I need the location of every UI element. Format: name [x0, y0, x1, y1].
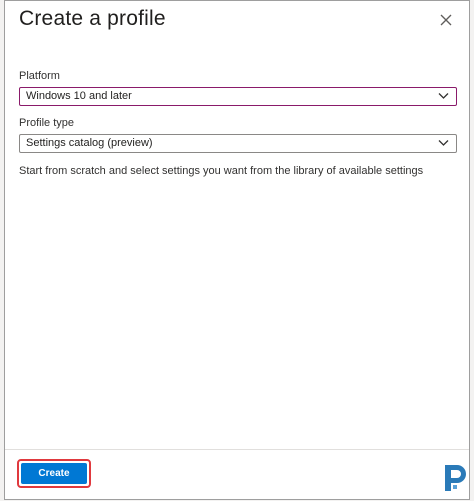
- profile-type-description: Start from scratch and select settings y…: [19, 165, 424, 177]
- profile-type-dropdown[interactable]: Settings catalog (preview): [19, 134, 457, 153]
- close-icon: [440, 14, 452, 26]
- platform-label: Platform: [19, 70, 60, 82]
- chevron-down-icon: [438, 139, 449, 147]
- profile-type-label: Profile type: [19, 117, 75, 129]
- platform-dropdown[interactable]: Windows 10 and later: [19, 87, 457, 106]
- profile-type-dropdown-value: Settings catalog (preview): [26, 137, 153, 149]
- platform-dropdown-value: Windows 10 and later: [26, 90, 132, 102]
- footer-divider: [5, 449, 469, 450]
- panel-title: Create a profile: [19, 7, 166, 30]
- create-profile-panel: Create a profile Platform Windows 10 and…: [4, 0, 470, 500]
- close-button[interactable]: [439, 13, 453, 27]
- create-button[interactable]: Create: [21, 463, 87, 484]
- chevron-down-icon: [438, 92, 449, 100]
- brand-logo: [443, 463, 467, 493]
- logo-icon: [445, 465, 466, 491]
